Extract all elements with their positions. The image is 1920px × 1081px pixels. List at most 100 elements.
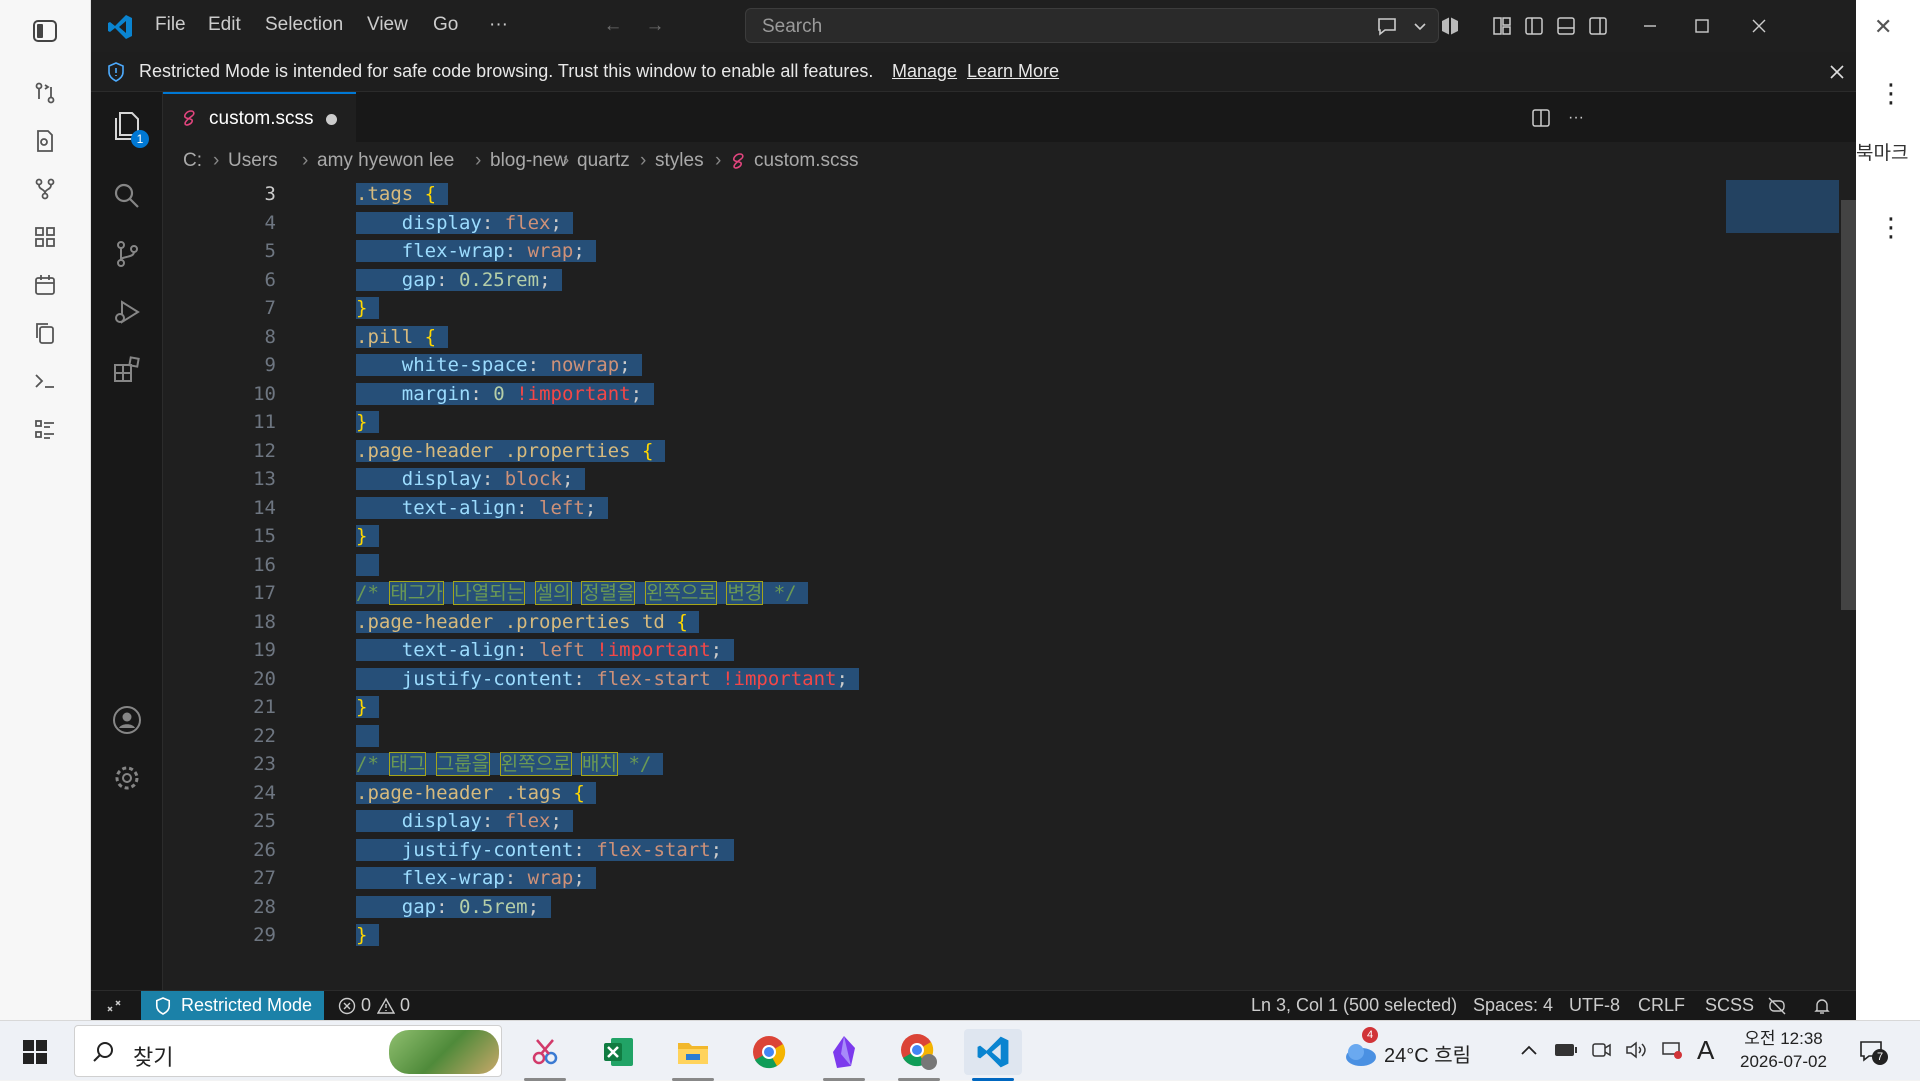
warning-icon[interactable] [376, 996, 396, 1016]
manage-link[interactable]: Manage [892, 61, 957, 82]
code-line[interactable]: } [356, 921, 379, 950]
code-line[interactable]: flex-wrap: wrap; [356, 864, 597, 893]
terminal-icon[interactable] [28, 364, 62, 398]
notifications-bell-icon[interactable] [1811, 995, 1833, 1017]
menu-file[interactable]: File [155, 14, 186, 36]
maximize-icon[interactable] [1684, 12, 1720, 40]
chrome-profile-icon[interactable] [890, 1029, 948, 1081]
code-editor[interactable]: 3 .tags { 4 display: flex; 5 flex-wrap: w… [163, 180, 1856, 990]
account-icon[interactable] [107, 700, 147, 740]
network-warning-icon[interactable] [1660, 1039, 1684, 1061]
explorer-icon[interactable]: 1 [107, 106, 149, 148]
battery-icon[interactable] [1553, 1039, 1579, 1061]
search-icon[interactable] [107, 176, 147, 216]
code-line[interactable]: display: block; [356, 465, 585, 494]
code-line[interactable]: .page-header .properties { [356, 437, 665, 466]
menu-edit[interactable]: Edit [208, 14, 241, 36]
calendar-icon[interactable] [28, 268, 62, 302]
toggle-panel-icon[interactable] [1552, 12, 1580, 40]
code-line[interactable]: text-align: left !important; [356, 636, 734, 665]
error-icon[interactable] [337, 996, 357, 1016]
back-arrow-icon[interactable]: ← [601, 14, 625, 38]
code-line[interactable] [356, 551, 379, 580]
extensions-icon[interactable] [107, 350, 147, 390]
branch-icon[interactable] [28, 172, 62, 206]
code-line[interactable]: .tags { [356, 180, 448, 209]
clock[interactable]: 오전 12:38 2026-07-02 [1740, 1027, 1827, 1073]
obsidian-icon[interactable] [815, 1029, 873, 1081]
snipping-tool-icon[interactable] [516, 1029, 574, 1081]
notification-center-icon[interactable]: 7 [1856, 1037, 1888, 1065]
breadcrumb-drive[interactable]: C: [183, 150, 202, 172]
breadcrumb-styles[interactable]: styles [655, 150, 704, 172]
copilot-icon[interactable] [1436, 12, 1464, 40]
split-editor-icon[interactable] [1528, 105, 1554, 131]
error-count[interactable]: 0 [361, 995, 371, 1016]
chevron-up-icon[interactable] [1518, 1039, 1540, 1061]
menu-view[interactable]: View [367, 14, 408, 36]
excel-icon[interactable] [590, 1029, 648, 1075]
code-line[interactable]: flex-wrap: wrap; [356, 237, 597, 266]
sidebar-toggle-icon[interactable] [28, 14, 62, 48]
weather-text[interactable]: 24°C 흐림 [1384, 1039, 1471, 1068]
menu-more[interactable]: ··· [489, 14, 508, 36]
code-line[interactable]: justify-content: flex-start !important; [356, 665, 860, 694]
code-line[interactable]: text-align: left; [356, 494, 608, 523]
menu-selection[interactable]: Selection [265, 14, 343, 36]
breadcrumb-users[interactable]: Users [228, 150, 278, 172]
code-line[interactable]: } [356, 693, 379, 722]
encoding[interactable]: UTF-8 [1569, 995, 1620, 1016]
camera-icon[interactable] [1590, 1039, 1612, 1061]
list-icon[interactable] [28, 412, 62, 446]
code-line[interactable]: /* 태그 그룹을 왼쪽으로 배치 */ [356, 750, 663, 779]
compare-icon[interactable] [28, 76, 62, 110]
breadcrumb-file[interactable]: custom.scss [754, 150, 859, 172]
code-line[interactable] [356, 722, 379, 751]
breadcrumb-blog-new[interactable]: blog-new [490, 150, 567, 172]
code-line[interactable]: justify-content: flex-start; [356, 836, 734, 865]
learn-more-link[interactable]: Learn More [967, 61, 1059, 82]
weather-icon[interactable]: 4 [1332, 1027, 1390, 1075]
warning-count[interactable]: 0 [400, 995, 410, 1016]
editor-scrollbar[interactable] [1841, 200, 1856, 610]
code-line[interactable]: gap: 0.25rem; [356, 266, 562, 295]
toggle-secondary-sidebar-icon[interactable] [1584, 12, 1612, 40]
more-actions-icon[interactable]: ··· [1563, 105, 1589, 131]
code-line[interactable]: gap: 0.5rem; [356, 893, 551, 922]
code-line[interactable]: white-space: nowrap; [356, 351, 643, 380]
tab-custom-scss[interactable]: custom.scss [163, 92, 356, 142]
windows-start-icon[interactable] [6, 1029, 64, 1075]
code-line[interactable]: display: flex; [356, 209, 574, 238]
vscode-taskbar-icon[interactable] [964, 1029, 1022, 1081]
copilot-disabled-icon[interactable] [1766, 995, 1788, 1017]
code-line[interactable]: } [356, 522, 379, 551]
forward-arrow-icon[interactable]: → [643, 14, 667, 38]
chat-icon[interactable] [1374, 13, 1400, 39]
code-line[interactable]: /* 태그가 나열되는 셀의 정렬을 왼쪽으로 변경 */ [356, 579, 809, 608]
code-line[interactable]: .page-header .tags { [356, 779, 597, 808]
file-explorer-icon[interactable] [664, 1029, 722, 1081]
code-line[interactable]: display: flex; [356, 807, 574, 836]
customize-layout-icon[interactable] [1488, 12, 1516, 40]
copy-icon[interactable] [28, 316, 62, 350]
command-center-search[interactable]: Search [745, 8, 1439, 43]
chevron-down-icon[interactable] [1410, 15, 1430, 37]
menu-go[interactable]: Go [433, 14, 458, 36]
toggle-primary-sidebar-icon[interactable] [1520, 12, 1548, 40]
run-debug-icon[interactable] [107, 292, 147, 332]
code-line[interactable]: } [356, 294, 379, 323]
close-icon[interactable]: ✕ [1874, 14, 1892, 40]
manage-gear-icon[interactable] [107, 758, 147, 798]
remote-icon[interactable] [103, 995, 125, 1017]
unsaved-dot-icon[interactable] [326, 114, 337, 125]
code-line[interactable]: .pill { [356, 323, 448, 352]
minimize-icon[interactable] [1632, 12, 1668, 40]
line-ending[interactable]: CRLF [1638, 995, 1685, 1016]
close-window-icon[interactable] [1741, 12, 1777, 40]
taskbar-search[interactable]: 찾기 [74, 1025, 502, 1077]
more-vertical-icon[interactable]: ⋮ [1878, 80, 1904, 106]
restricted-mode-status[interactable]: Restricted Mode [141, 991, 324, 1020]
source-control-icon[interactable] [107, 234, 147, 274]
code-line[interactable]: } [356, 408, 379, 437]
file-search-icon[interactable] [28, 124, 62, 158]
